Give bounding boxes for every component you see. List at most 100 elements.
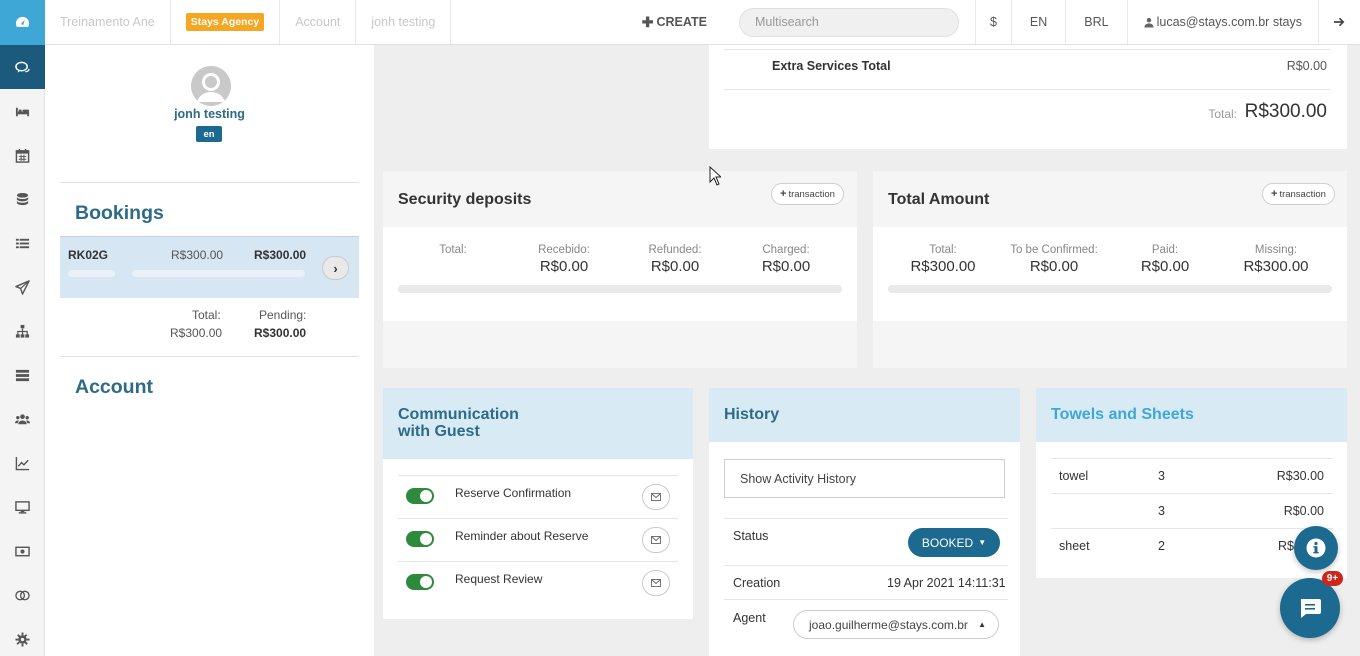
- dashboard-nav-item[interactable]: [0, 0, 45, 45]
- chat-notification-badge: 9+: [1322, 571, 1343, 586]
- currency-symbol-button[interactable]: $: [976, 0, 1012, 44]
- finance-nav-item[interactable]: [0, 529, 45, 573]
- booking-progress-small: [68, 270, 115, 277]
- list-nav-item[interactable]: [0, 221, 45, 265]
- history-title: History: [724, 406, 780, 423]
- plus-icon: ✚: [641, 13, 654, 30]
- booking-progress: [132, 270, 305, 277]
- status-label: Status: [733, 529, 769, 543]
- database-nav-item[interactable]: [0, 177, 45, 221]
- booking-open-button[interactable]: ›: [322, 256, 349, 280]
- info-icon: [1306, 538, 1326, 558]
- status-dropdown[interactable]: BOOKED ▼: [908, 528, 1000, 557]
- transaction-label: transaction: [1279, 188, 1326, 200]
- database-icon: [16, 192, 29, 205]
- add-transaction-button[interactable]: + transaction: [1262, 183, 1335, 205]
- create-label: CREATE: [656, 15, 707, 29]
- avatar: [191, 66, 231, 106]
- pending-value: R$300.00: [254, 326, 307, 340]
- guest-name[interactable]: jonh testing: [45, 107, 374, 121]
- user-icon: [1144, 17, 1154, 27]
- total-amount-card: Total Amount + transaction Total: R$300.0…: [873, 171, 1347, 368]
- user-email: lucas@stays.com.br stays: [1156, 15, 1302, 29]
- booking-row[interactable]: RK02G R$300.00 R$300.00 ›: [60, 236, 359, 298]
- towel-item-price: R$: [1278, 539, 1294, 553]
- users-icon: [15, 413, 30, 424]
- agent-select[interactable]: joao.guilherme@stays.com.br ▲: [793, 610, 999, 639]
- towel-item-qty: 3: [1158, 469, 1165, 483]
- plus-icon: +: [780, 188, 787, 200]
- stat-value: R$0.00: [761, 258, 811, 275]
- stat-value: R$0.00: [539, 258, 589, 275]
- message-icon: [1300, 599, 1321, 618]
- info-button[interactable]: [1294, 526, 1338, 570]
- stat-label: Missing:: [1254, 244, 1298, 256]
- extra-services-value: R$0.00: [1286, 59, 1327, 73]
- tab-guest[interactable]: jonh testing: [356, 0, 452, 44]
- reminder-toggle[interactable]: [406, 531, 434, 547]
- agent-label: Agent: [733, 611, 766, 625]
- send-email-button[interactable]: [642, 527, 670, 553]
- account-title: Account: [75, 376, 153, 398]
- agency-badge-cell[interactable]: Stays Agency: [171, 0, 281, 44]
- send-email-button[interactable]: [642, 570, 670, 596]
- towel-item-price: R$30.00: [1276, 469, 1324, 483]
- chat-widget-button[interactable]: [1280, 578, 1340, 638]
- integrations-nav-item[interactable]: [0, 573, 45, 617]
- logout-button[interactable]: [1319, 0, 1360, 44]
- divider: [724, 49, 1330, 50]
- agent-value: joao.guilherme@stays.com.br: [809, 617, 968, 632]
- send-email-button[interactable]: [642, 484, 670, 510]
- calendar-icon: [15, 148, 30, 163]
- grand-total-value: R$300.00: [1244, 101, 1327, 122]
- multisearch-input[interactable]: [738, 7, 959, 37]
- extra-services-label: Extra Services Total: [772, 59, 891, 73]
- caret-down-icon: ▼: [978, 538, 987, 547]
- server-nav-item[interactable]: [0, 353, 45, 397]
- towel-item-qty: 2: [1158, 539, 1165, 553]
- total-progress-bar: [888, 285, 1332, 293]
- show-activity-history-button[interactable]: Show Activity History: [724, 459, 1005, 498]
- website-nav-item[interactable]: [0, 485, 45, 529]
- towel-item-name: sheet: [1059, 539, 1090, 553]
- currency-button[interactable]: BRL: [1066, 0, 1128, 44]
- rooms-nav-item[interactable]: [0, 89, 45, 133]
- create-button[interactable]: ✚ CREATE: [626, 0, 723, 44]
- left-nav-rail: [0, 0, 45, 656]
- divider: [724, 89, 1330, 90]
- divider: [398, 475, 678, 476]
- request-review-toggle[interactable]: [406, 574, 434, 590]
- send-nav-item[interactable]: [0, 265, 45, 309]
- users-nav-item[interactable]: [0, 397, 45, 441]
- user-menu[interactable]: lucas@stays.com.br stays: [1128, 0, 1319, 44]
- tab-property[interactable]: Treinamento Ane: [45, 0, 171, 44]
- stat-label: To be Confirmed:: [1010, 244, 1098, 256]
- comm-item-label: Request Review: [455, 572, 543, 586]
- divider: [724, 565, 1008, 566]
- pending-label: Pending:: [259, 308, 307, 322]
- gear-icon: [15, 631, 30, 647]
- settings-nav-item[interactable]: [0, 617, 45, 656]
- language-button[interactable]: EN: [1012, 0, 1067, 44]
- reserve-confirmation-toggle[interactable]: [406, 488, 434, 504]
- reports-nav-item[interactable]: [0, 441, 45, 485]
- stat-value: R$300.00: [910, 258, 976, 275]
- money-icon: [15, 546, 30, 556]
- communication-title: Communication with Guest: [398, 406, 519, 440]
- stat-label: Recebido:: [538, 244, 590, 256]
- structure-nav-item[interactable]: [0, 309, 45, 353]
- add-transaction-button[interactable]: + transaction: [771, 183, 844, 205]
- transaction-label: transaction: [788, 188, 835, 200]
- send-icon: [15, 279, 30, 295]
- tab-account[interactable]: Account: [280, 0, 357, 44]
- calendar-nav-item[interactable]: [0, 133, 45, 177]
- stat-label: Total:: [439, 244, 467, 256]
- grand-total-label: Total:: [1208, 107, 1237, 121]
- towel-item-price: R$0.00: [1283, 504, 1324, 518]
- card-header: Communication with Guest: [383, 388, 693, 459]
- logout-icon: [1333, 17, 1345, 27]
- comm-item-label: Reminder about Reserve: [455, 529, 589, 543]
- agency-badge: Stays Agency: [185, 13, 265, 31]
- messages-nav-item[interactable]: [0, 45, 45, 89]
- guest-language-badge: en: [196, 126, 222, 142]
